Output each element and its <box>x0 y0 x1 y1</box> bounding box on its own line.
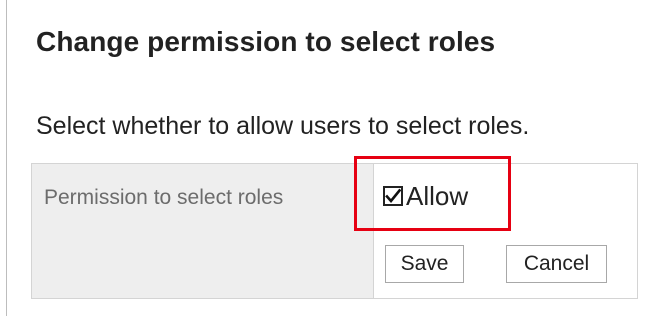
field-value-cell: Allow Save Cancel <box>374 164 637 298</box>
allow-checkbox-row[interactable]: Allow <box>383 183 468 209</box>
permission-field-label: Permission to select roles <box>44 186 284 209</box>
page-frame: Change permission to select roles Select… <box>6 0 649 316</box>
settings-table: Permission to select roles Allow Save Ca… <box>31 156 638 299</box>
checkmark-icon <box>385 188 401 204</box>
field-label-cell: Permission to select roles <box>32 164 374 298</box>
page-description: Select whether to allow users to select … <box>36 112 530 140</box>
allow-checkbox[interactable] <box>383 186 403 206</box>
page-title: Change permission to select roles <box>36 26 496 57</box>
cancel-button[interactable]: Cancel <box>506 245 607 283</box>
save-button[interactable]: Save <box>385 245 464 283</box>
allow-label[interactable]: Allow <box>406 183 468 209</box>
